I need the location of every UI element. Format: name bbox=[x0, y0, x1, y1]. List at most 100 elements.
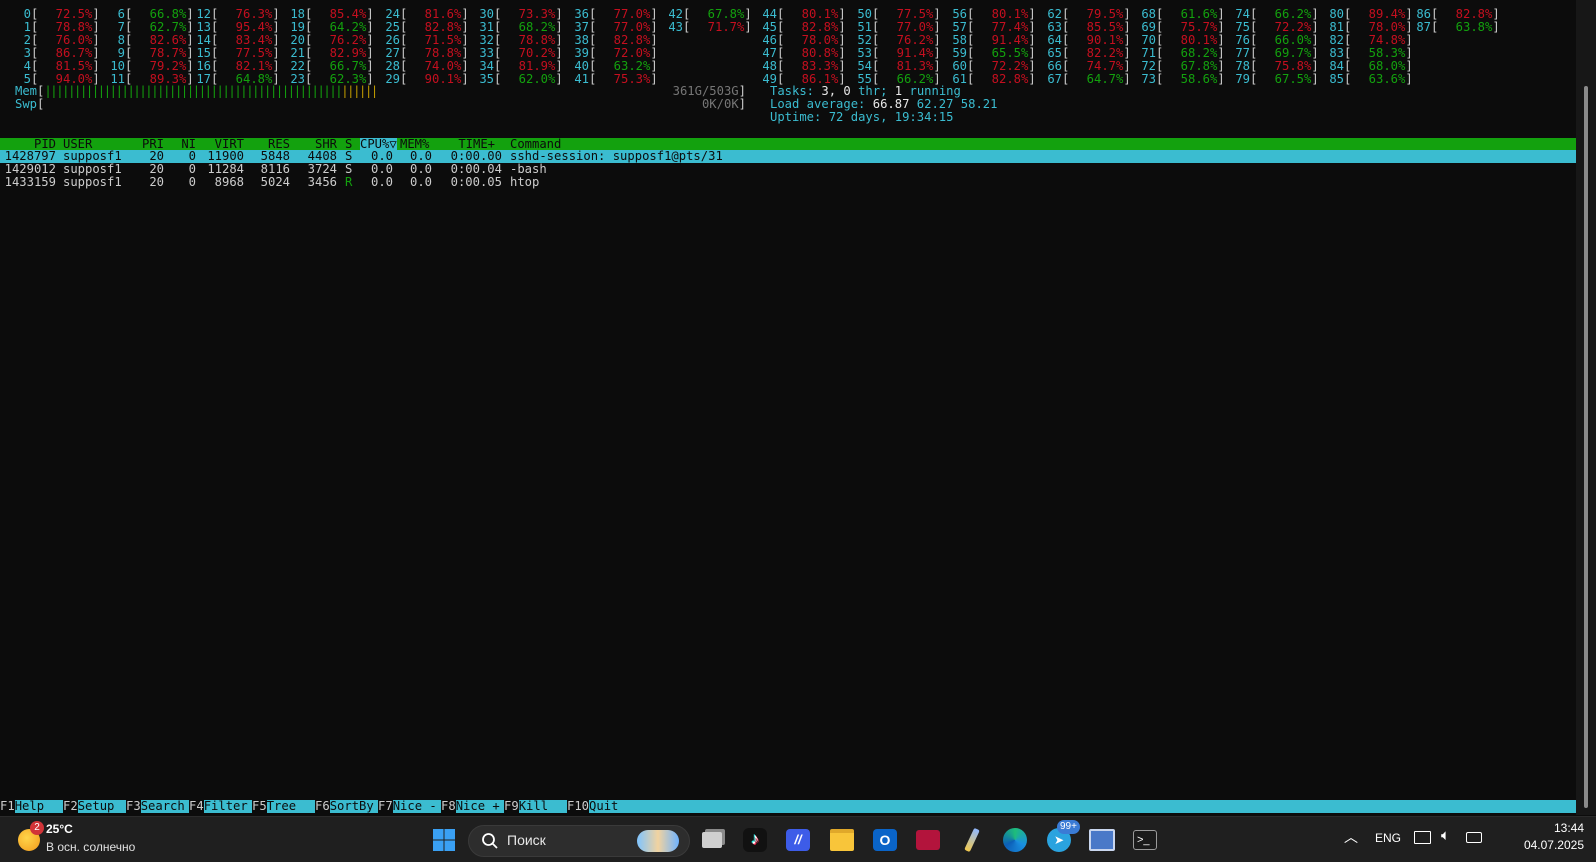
fkey-f10[interactable]: F10Quit bbox=[567, 799, 647, 813]
fkey-label: Setup bbox=[77, 799, 115, 813]
tray-chevron-up-icon[interactable]: ︿ bbox=[1344, 827, 1358, 847]
telegram-badge: 99+ bbox=[1057, 820, 1080, 834]
cpu-number: 41 bbox=[574, 72, 589, 86]
cpu-usage-value: 67.5% bbox=[1274, 72, 1312, 86]
taskbar-app-outlook[interactable]: O bbox=[871, 826, 899, 854]
fkey-f7[interactable]: F7Nice - bbox=[378, 799, 441, 813]
fkey-number: F10 bbox=[567, 799, 590, 813]
app-red-icon bbox=[916, 830, 940, 850]
search-icon bbox=[482, 833, 498, 849]
process-pri: 20 bbox=[149, 175, 164, 189]
display-icon[interactable] bbox=[1414, 831, 1431, 844]
fkey-label: Kill bbox=[518, 799, 549, 813]
fkey-number: F6 bbox=[315, 799, 330, 813]
fkey-f4[interactable]: F4Filter bbox=[189, 799, 252, 813]
fkey-f1[interactable]: F1Help bbox=[0, 799, 63, 813]
fkey-number: F9 bbox=[504, 799, 519, 813]
cpu-number: 79 bbox=[1235, 72, 1250, 86]
fkey-number: F1 bbox=[0, 799, 15, 813]
battery-icon[interactable] bbox=[1466, 832, 1482, 843]
fkey-number: F2 bbox=[63, 799, 78, 813]
weather-temp: 25°C bbox=[46, 822, 73, 836]
folder-icon bbox=[830, 829, 854, 851]
process-row[interactable]: 1433159 supposf1 20 0 8968 5024 3456 R 0.0 0.0 0:0… bbox=[0, 176, 1576, 189]
search-placeholder: Поиск bbox=[507, 832, 546, 848]
outlook-icon: O bbox=[873, 829, 897, 851]
task-view-icon bbox=[702, 832, 722, 848]
function-key-bar: F1Help F2Setup F3Search F4Filter F5Tree F6Sor… bbox=[0, 799, 1576, 813]
swp-meter: Swp[ bbox=[15, 97, 45, 111]
cpu-number: 67 bbox=[1047, 72, 1062, 86]
terminal-scrollbar[interactable] bbox=[1576, 0, 1596, 815]
taskbar-app-blue[interactable]: // bbox=[784, 826, 812, 854]
taskbar-search[interactable]: Поиск bbox=[468, 825, 690, 857]
scrollbar-thumb[interactable] bbox=[1584, 86, 1588, 808]
fkey-label: Nice - bbox=[392, 799, 437, 813]
cpu-meter: 79[67.5%] bbox=[1222, 72, 1318, 86]
windows-logo-icon bbox=[433, 829, 455, 851]
process-s: R bbox=[345, 175, 353, 189]
cpu-meter: 85[63.6%] bbox=[1316, 72, 1412, 86]
mem-bar-cache: |||||| bbox=[341, 84, 378, 98]
taskbar-app-remote[interactable] bbox=[1088, 826, 1116, 854]
fkey-number: F5 bbox=[252, 799, 267, 813]
fkey-f5[interactable]: F5Tree bbox=[252, 799, 315, 813]
fkey-label: Search bbox=[140, 799, 185, 813]
taskbar-app-red[interactable] bbox=[914, 826, 942, 854]
process-command: htop bbox=[510, 175, 540, 189]
taskbar-app-telegram[interactable]: ➤ 99+ bbox=[1045, 820, 1080, 854]
fkey-number: F3 bbox=[126, 799, 141, 813]
fkey-f6[interactable]: F6SortBy bbox=[315, 799, 378, 813]
cpu-meter: 35[62.0%] bbox=[466, 72, 562, 86]
fkey-f2[interactable]: F2Setup bbox=[63, 799, 126, 813]
taskbar-app-terminal[interactable]: >_ bbox=[1131, 826, 1159, 854]
weather-badge: 2 bbox=[30, 821, 44, 835]
taskbar-app-edge[interactable] bbox=[1001, 826, 1029, 854]
clock[interactable]: 13:44 04.07.2025 bbox=[1494, 821, 1584, 852]
cpu-usage-value: 90.1% bbox=[424, 72, 462, 86]
taskbar-app-tiktok[interactable]: ♪ bbox=[741, 826, 769, 854]
fkey-f3[interactable]: F3Search bbox=[126, 799, 189, 813]
process-ni: 0 bbox=[188, 175, 196, 189]
terminal-window[interactable]: 0[72.5%] 1[78.8%] 2[76.0%] 3[86.7%] 4[81.5%]… bbox=[0, 0, 1576, 815]
fkey-label: Nice + bbox=[455, 799, 500, 813]
clock-time: 13:44 bbox=[1553, 821, 1584, 835]
fkey-f8[interactable]: F8Nice + bbox=[441, 799, 504, 813]
search-highlight-icon bbox=[637, 830, 679, 852]
cpu-number: 85 bbox=[1329, 72, 1344, 86]
process-user: supposf1 bbox=[63, 175, 122, 189]
task-view-button[interactable] bbox=[698, 826, 726, 854]
fkey-label: Quit bbox=[589, 799, 619, 813]
edge-icon bbox=[1003, 828, 1027, 852]
start-button[interactable] bbox=[430, 826, 458, 854]
taskbar-app-explorer[interactable] bbox=[828, 826, 856, 854]
cpu-usage-value: 63.6% bbox=[1368, 72, 1406, 86]
process-mem: 0.0 bbox=[409, 175, 432, 189]
cpu-usage-value: 64.7% bbox=[1086, 72, 1124, 86]
volume-icon[interactable]: 🔈︎ bbox=[1441, 827, 1450, 844]
weather-widget[interactable]: 2 25°C В осн. солнечно bbox=[12, 821, 172, 859]
fkey-number: F8 bbox=[441, 799, 456, 813]
cpu-meter: 43[71.7%] bbox=[655, 21, 751, 34]
fkey-f9[interactable]: F9Kill bbox=[504, 799, 567, 813]
app-blue-icon: // bbox=[786, 829, 810, 851]
cpu-number: 73 bbox=[1141, 72, 1156, 86]
fkey-label: Help bbox=[14, 799, 45, 813]
cpu-usage-value: 58.6% bbox=[1180, 72, 1218, 86]
process-virt: 8968 bbox=[214, 175, 244, 189]
fkey-number: F7 bbox=[378, 799, 393, 813]
cpu-meter: 29[90.1%] bbox=[372, 72, 468, 86]
process-pid: 1433159 bbox=[4, 175, 56, 189]
taskbar-app-pen[interactable] bbox=[958, 826, 986, 854]
process-time: 0:00.05 bbox=[450, 175, 502, 189]
fkey-label: SortBy bbox=[329, 799, 374, 813]
cpu-meter: 87[63.8%] bbox=[1403, 20, 1499, 34]
cpu-number: 87 bbox=[1416, 20, 1431, 34]
language-indicator[interactable]: ENG bbox=[1375, 831, 1401, 845]
clock-date: 04.07.2025 bbox=[1523, 838, 1584, 852]
process-shr: 3456 bbox=[307, 175, 337, 189]
fkey-label: Tree bbox=[266, 799, 297, 813]
fkey-number: F4 bbox=[189, 799, 204, 813]
cpu-number: 35 bbox=[479, 72, 494, 86]
cpu-usage-value: 62.0% bbox=[518, 72, 556, 86]
